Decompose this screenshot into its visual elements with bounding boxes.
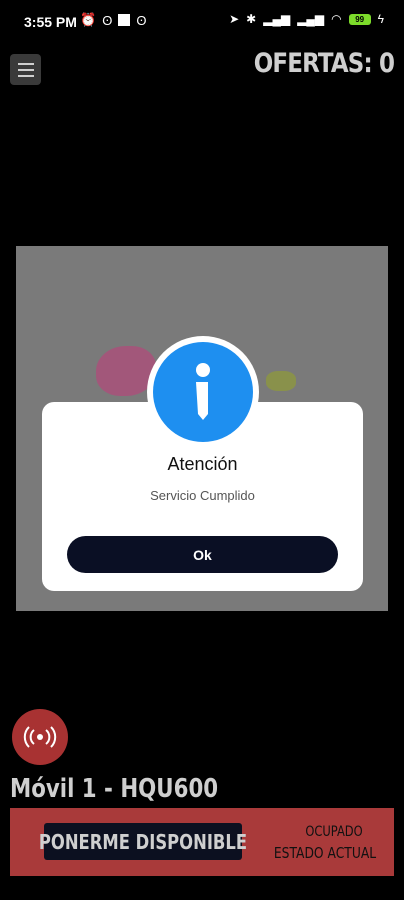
status-bar: 3:55 PM ⏰ ʘ ʘ ➤ ✱ ▂▄▆ ▂▄▆ ◠ 99 ϟ	[0, 0, 404, 44]
alarm-icon: ⏰	[80, 12, 97, 27]
offers-counter: OFERTAS: 0	[253, 48, 395, 79]
bluetooth-icon: ✱	[246, 12, 257, 26]
vehicle-label: Móvil 1 - HQU600	[10, 774, 219, 804]
background-image-fragment-2	[266, 371, 296, 391]
notification-icon-2: ʘ	[136, 12, 147, 28]
dialog-message: Servicio Cumplido	[150, 488, 255, 503]
menu-icon-line	[17, 62, 34, 65]
wifi-icon: ◠	[331, 12, 342, 26]
status-right-icons: ➤ ✱ ▂▄▆ ▂▄▆ ◠ 99 ϟ	[229, 12, 384, 26]
charging-icon: ϟ	[377, 12, 384, 26]
square-icon	[118, 14, 131, 26]
menu-button[interactable]	[10, 54, 41, 85]
signal-icon: ▂▄▆	[263, 12, 291, 26]
status-left-icons: ⏰ ʘ ʘ	[80, 12, 146, 28]
set-available-button[interactable]: PONERME DISPONIBLE	[39, 823, 247, 860]
current-state-value: OCUPADO	[305, 824, 363, 840]
dialog-title: Atención	[167, 454, 238, 474]
info-glyph	[196, 363, 210, 420]
status-time: 3:55 PM	[24, 14, 77, 30]
notification-icon: ʘ	[102, 12, 113, 28]
broadcast-icon	[23, 726, 57, 748]
battery-icon: 99	[348, 13, 371, 25]
current-state-label: ESTADO ACTUAL	[273, 844, 377, 862]
info-icon	[153, 342, 253, 442]
signal-icon-2: ▂▄▆	[297, 12, 325, 26]
location-icon: ➤	[229, 12, 240, 26]
ok-button[interactable]: Ok	[67, 536, 338, 573]
status-bar-bottom: PONERME DISPONIBLE OCUPADO ESTADO ACTUAL	[10, 808, 394, 876]
broadcast-button[interactable]	[12, 709, 68, 765]
menu-icon-line	[17, 74, 34, 77]
set-available-label: PONERME DISPONIBLE	[38, 829, 248, 854]
menu-icon-line	[17, 68, 34, 71]
